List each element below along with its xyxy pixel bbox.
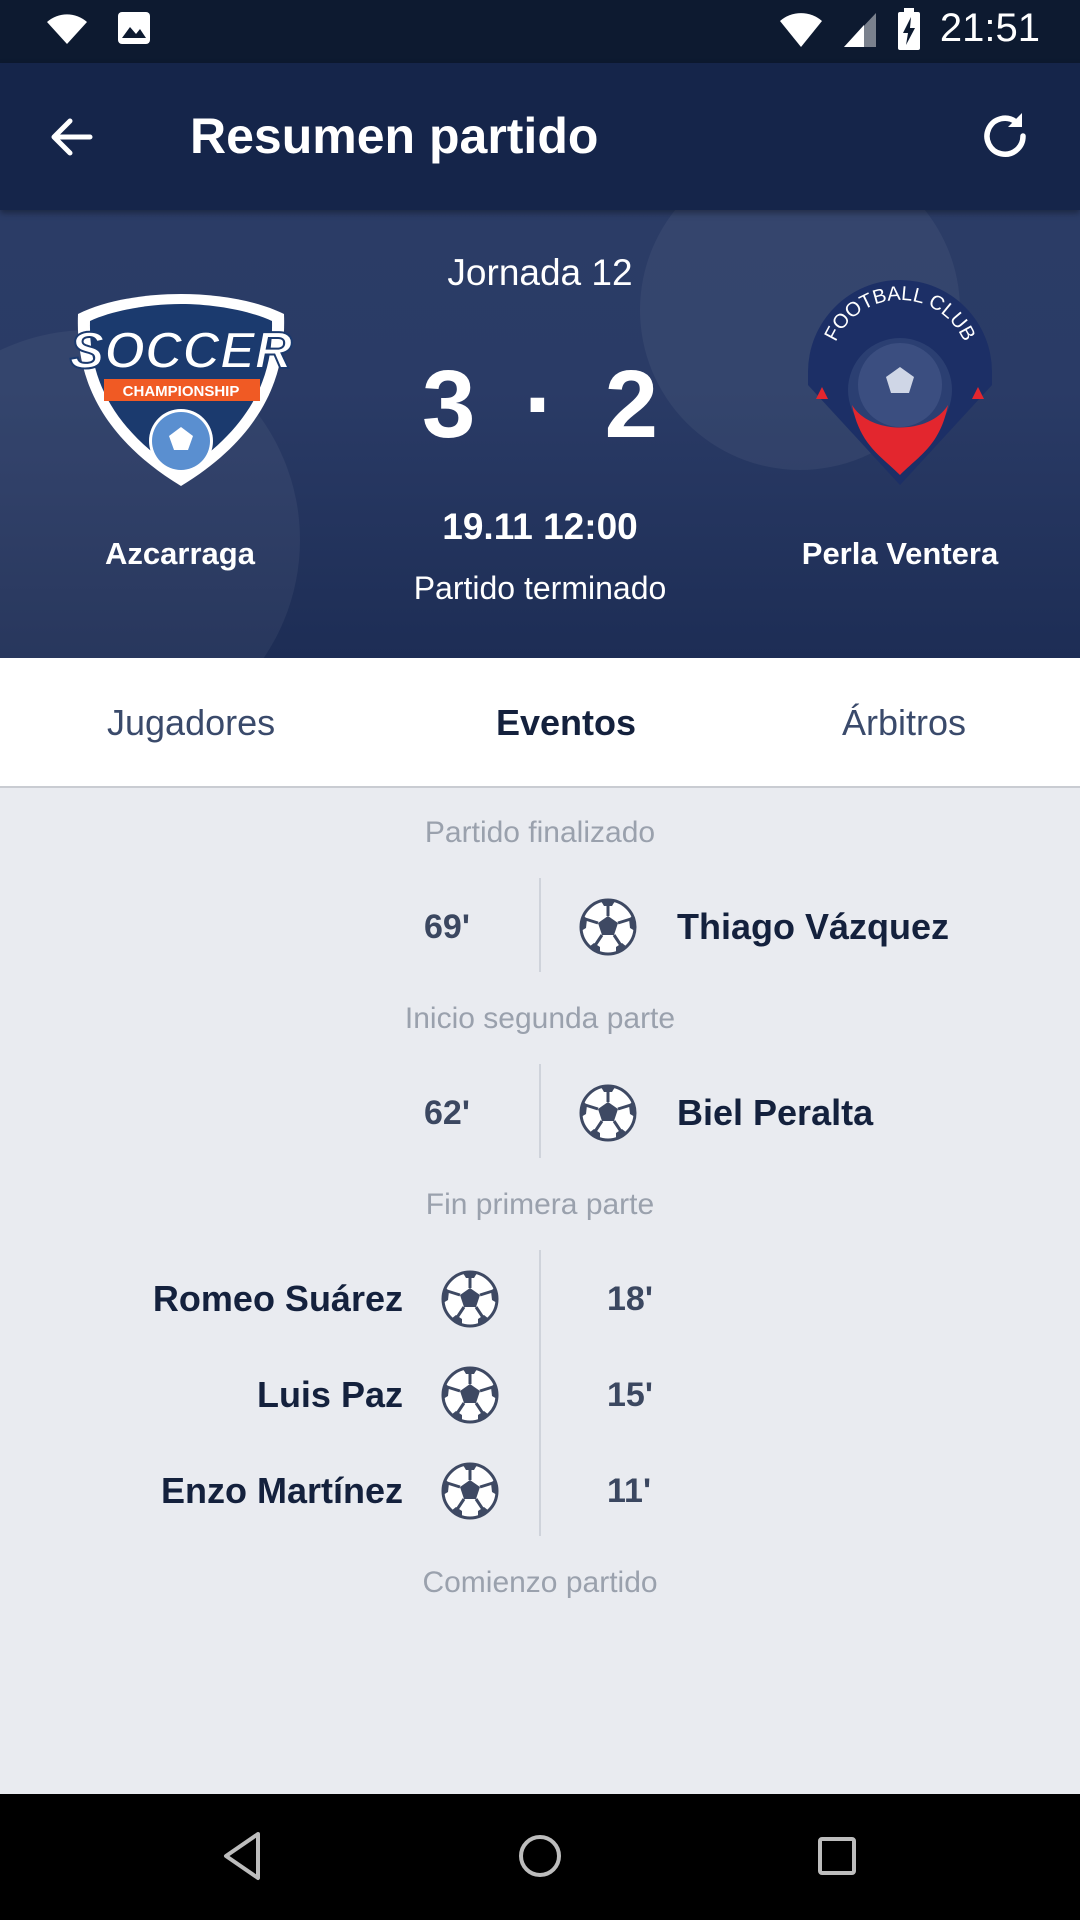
match-status: Partido terminado <box>413 570 667 606</box>
away-score: 2 <box>604 351 659 458</box>
match-header: SOCCER CHAMPIONSHIP FOOTBALL CLUB Jornad… <box>0 210 1080 658</box>
away-team-name[interactable]: Perla Ventera <box>740 536 1060 572</box>
event-player[interactable]: Enzo Martínez <box>83 1470 403 1512</box>
app-bar: Resumen partido <box>0 63 1080 210</box>
soccer-ball-icon <box>579 898 637 956</box>
event-player[interactable]: Thiago Vázquez <box>677 906 949 948</box>
nav-recents-icon[interactable] <box>812 1828 862 1884</box>
timeline-line <box>539 1250 541 1536</box>
match-round: Jornada 12 <box>447 252 633 293</box>
events-list: Partido finalizado 69' Thiago Vázquez In… <box>0 788 1080 1794</box>
refresh-icon[interactable] <box>976 107 1034 165</box>
event-minute: 18' <box>607 1280 653 1318</box>
event-player[interactable]: Romeo Suárez <box>83 1278 403 1320</box>
timeline-line <box>539 878 541 972</box>
nav-home-icon[interactable] <box>515 1828 565 1884</box>
battery-charging-icon <box>897 7 920 50</box>
tab-arbitros[interactable]: Árbitros <box>842 702 966 744</box>
event-player[interactable]: Biel Peralta <box>677 1092 873 1134</box>
tab-jugadores[interactable]: Jugadores <box>107 702 275 744</box>
cell-signal-icon <box>843 12 876 47</box>
separator-first-half-end: Fin primera parte <box>425 1188 655 1221</box>
nav-back-icon[interactable] <box>218 1828 268 1884</box>
image-notification-icon <box>118 12 150 44</box>
soccer-ball-icon <box>579 1084 637 1142</box>
event-player[interactable]: Luis Paz <box>83 1374 403 1416</box>
status-bar: 21:51 <box>0 0 1080 63</box>
separator-match-start: Comienzo partido <box>422 1566 658 1599</box>
score-separator: · <box>524 351 556 458</box>
event-minute: 11' <box>607 1472 652 1510</box>
soccer-ball-icon <box>441 1462 499 1520</box>
status-time: 21:51 <box>939 6 1040 50</box>
match-score: 3 · 2 <box>0 350 1080 460</box>
back-arrow-icon[interactable] <box>46 111 98 163</box>
tab-eventos[interactable]: Eventos <box>496 702 636 744</box>
system-nav-bar <box>0 1794 1080 1920</box>
tab-bar: Jugadores Eventos Árbitros <box>0 658 1080 788</box>
event-minute: 15' <box>607 1376 653 1414</box>
separator-match-end: Partido finalizado <box>424 816 656 849</box>
event-minute: 69' <box>424 908 470 946</box>
separator-second-half: Inicio segunda parte <box>404 1002 676 1035</box>
soccer-ball-icon <box>441 1270 499 1328</box>
page-title: Resumen partido <box>190 108 599 164</box>
timeline-line <box>539 1064 541 1158</box>
soccer-ball-icon <box>441 1366 499 1424</box>
home-score: 3 <box>421 351 476 458</box>
home-team-name[interactable]: Azcarraga <box>20 536 340 572</box>
wifi-icon <box>47 14 87 44</box>
event-minute: 62' <box>424 1094 470 1132</box>
wifi-signal-icon <box>779 12 822 47</box>
